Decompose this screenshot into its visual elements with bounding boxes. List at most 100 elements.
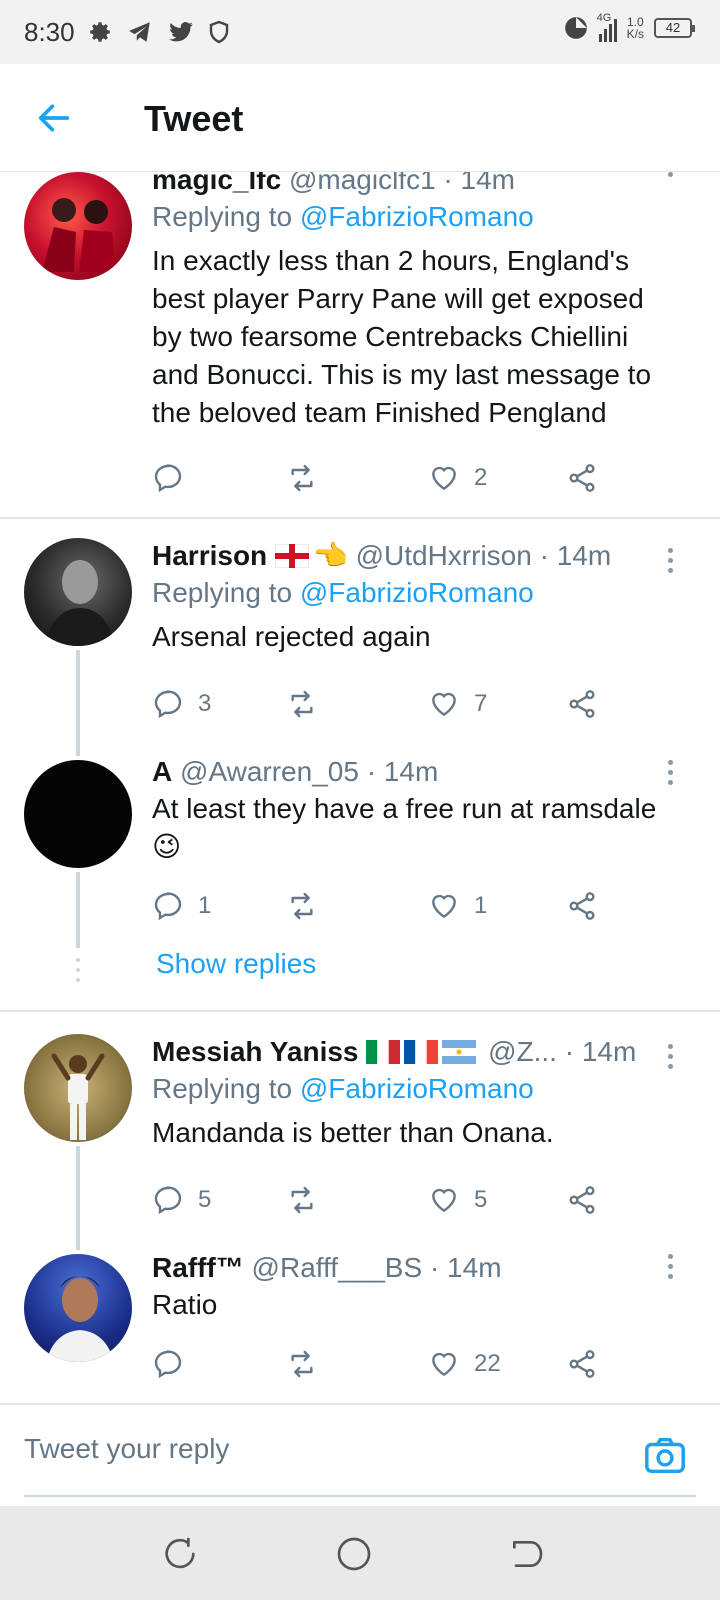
tweet-item[interactable]: Messiah Yaniss @Z... · 14m Replying to @… (0, 1034, 720, 1234)
replying-to: Replying to @FabrizioRomano (152, 1073, 534, 1104)
tweet-text: At least they have a free run at ramsdal… (152, 790, 680, 866)
wink-emoji: 😉 (152, 831, 182, 862)
status-system-icons: 4G 1.0 K/s 42 (563, 12, 695, 42)
tweet-item[interactable]: Harrison 👈 @UtdHxrrison · 14m Replying t… (0, 538, 720, 750)
like-count: 22 (474, 1350, 501, 1377)
retweet-icon (291, 690, 313, 718)
heart-icon (432, 692, 456, 717)
top-app-bar: Tweet (0, 64, 720, 172)
france-flag-icon (404, 1040, 439, 1064)
data-saver-icon (564, 17, 587, 39)
avatar-image (46, 1276, 114, 1362)
heart-icon (432, 1352, 456, 1377)
avatar[interactable] (24, 172, 132, 280)
share-button[interactable] (566, 886, 598, 926)
reply-count: 5 (198, 1186, 212, 1213)
divider (0, 517, 720, 519)
more-options-icon[interactable] (666, 548, 674, 578)
retweet-button[interactable] (286, 1344, 318, 1384)
share-button[interactable] (566, 1180, 598, 1220)
replying-to: Replying to @FabrizioRomano (152, 577, 534, 608)
share-button[interactable] (566, 684, 598, 724)
display-name[interactable]: Rafff™ (152, 1252, 244, 1283)
battery-level: 42 (665, 20, 681, 35)
back-arrow-icon[interactable] (34, 98, 74, 138)
show-replies-link[interactable]: Show replies (156, 948, 316, 980)
like-button[interactable]: 7 (428, 684, 487, 724)
mention-link[interactable]: @FabrizioRomano (300, 577, 534, 608)
like-button[interactable]: 2 (428, 458, 487, 498)
avatar[interactable] (24, 760, 132, 868)
like-count: 1 (474, 892, 488, 919)
more-options-icon[interactable] (666, 172, 674, 182)
back-nav-icon[interactable] (506, 1534, 546, 1574)
display-name[interactable]: magic_lfc (152, 172, 281, 195)
display-name[interactable]: Harrison (152, 540, 267, 571)
more-options-icon[interactable] (666, 1254, 674, 1284)
retweet-button[interactable] (286, 684, 318, 724)
divider (0, 1010, 720, 1012)
retweet-button[interactable] (286, 886, 318, 926)
reply-count: 3 (198, 690, 212, 717)
share-icon (569, 690, 595, 718)
tweet-text: In exactly less than 2 hours, England's … (152, 245, 652, 428)
avatar[interactable] (24, 1254, 132, 1362)
tweet-text: Ratio (152, 1289, 218, 1320)
reply-input[interactable]: Tweet your reply (24, 1433, 229, 1465)
telegram-icon (128, 22, 150, 42)
display-name[interactable]: A (152, 756, 172, 787)
signal-icon: 4G (597, 12, 617, 42)
camera-icon[interactable] (642, 1433, 688, 1479)
tweet-time: · 14m (443, 172, 515, 195)
share-icon (569, 1186, 595, 1214)
more-options-icon[interactable] (666, 760, 674, 790)
share-button[interactable] (566, 458, 598, 498)
share-icon (569, 464, 595, 492)
thread-line (76, 1146, 80, 1250)
retweet-button[interactable] (286, 458, 318, 498)
gear-icon (89, 22, 110, 42)
share-button[interactable] (566, 1344, 598, 1384)
thread-line (76, 650, 80, 756)
tweet-header: magic_lfc @magiclfc1 · 14m (152, 172, 680, 198)
reply-button[interactable] (152, 458, 198, 498)
retweet-button[interactable] (286, 1180, 318, 1220)
like-count: 2 (474, 464, 488, 491)
more-options-icon[interactable] (666, 1044, 674, 1074)
user-handle: @magiclfc1 (288, 172, 436, 195)
tweet-time: · 14m (539, 540, 612, 571)
status-time: 8:30 (24, 16, 75, 47)
reply-button[interactable]: 3 (152, 684, 211, 724)
reply-icon (154, 464, 182, 493)
england-flag-icon (274, 544, 309, 568)
like-button[interactable]: 22 (428, 1344, 501, 1384)
replying-to: Replying to @FabrizioRomano (152, 201, 534, 232)
reply-feed[interactable]: magic_lfc @magiclfc1 · 14m Replying to @… (0, 172, 720, 1403)
like-button[interactable]: 1 (428, 886, 487, 926)
like-button[interactable]: 5 (428, 1180, 487, 1220)
tweet-time: · 14m (366, 756, 439, 787)
tweet-item[interactable]: A @Awarren_05 · 14m At least they have a… (0, 756, 720, 930)
mention-link[interactable]: @FabrizioRomano (300, 1073, 534, 1104)
reply-button[interactable]: 1 (152, 886, 211, 926)
reply-count: 1 (198, 892, 212, 919)
mention-link[interactable]: @FabrizioRomano (300, 201, 534, 232)
tweet-item[interactable]: magic_lfc @magiclfc1 · 14m Replying to @… (0, 172, 720, 518)
home-icon[interactable] (334, 1534, 374, 1574)
shield-icon (209, 20, 228, 44)
argentina-flag-icon (442, 1040, 477, 1064)
avatar[interactable] (24, 538, 132, 646)
heart-icon (432, 894, 456, 919)
user-handle: @Rafff___BS (251, 1252, 423, 1283)
display-name[interactable]: Messiah Yaniss (152, 1036, 359, 1067)
system-navigation-bar (0, 1506, 720, 1600)
recent-apps-icon[interactable] (160, 1534, 200, 1574)
avatar[interactable] (24, 1034, 132, 1142)
reply-button[interactable]: 5 (152, 1180, 211, 1220)
pointing-emoji: 👈 (312, 540, 348, 571)
tweet-actions: 22 (152, 1344, 622, 1384)
tweet-item[interactable]: Rafff™ @Rafff___BS · 14m Ratio 22 (0, 1252, 720, 1403)
reply-button[interactable] (152, 1344, 198, 1384)
heart-icon (432, 466, 456, 491)
tweet-header: Rafff™ @Rafff___BS · 14m (152, 1250, 680, 1286)
